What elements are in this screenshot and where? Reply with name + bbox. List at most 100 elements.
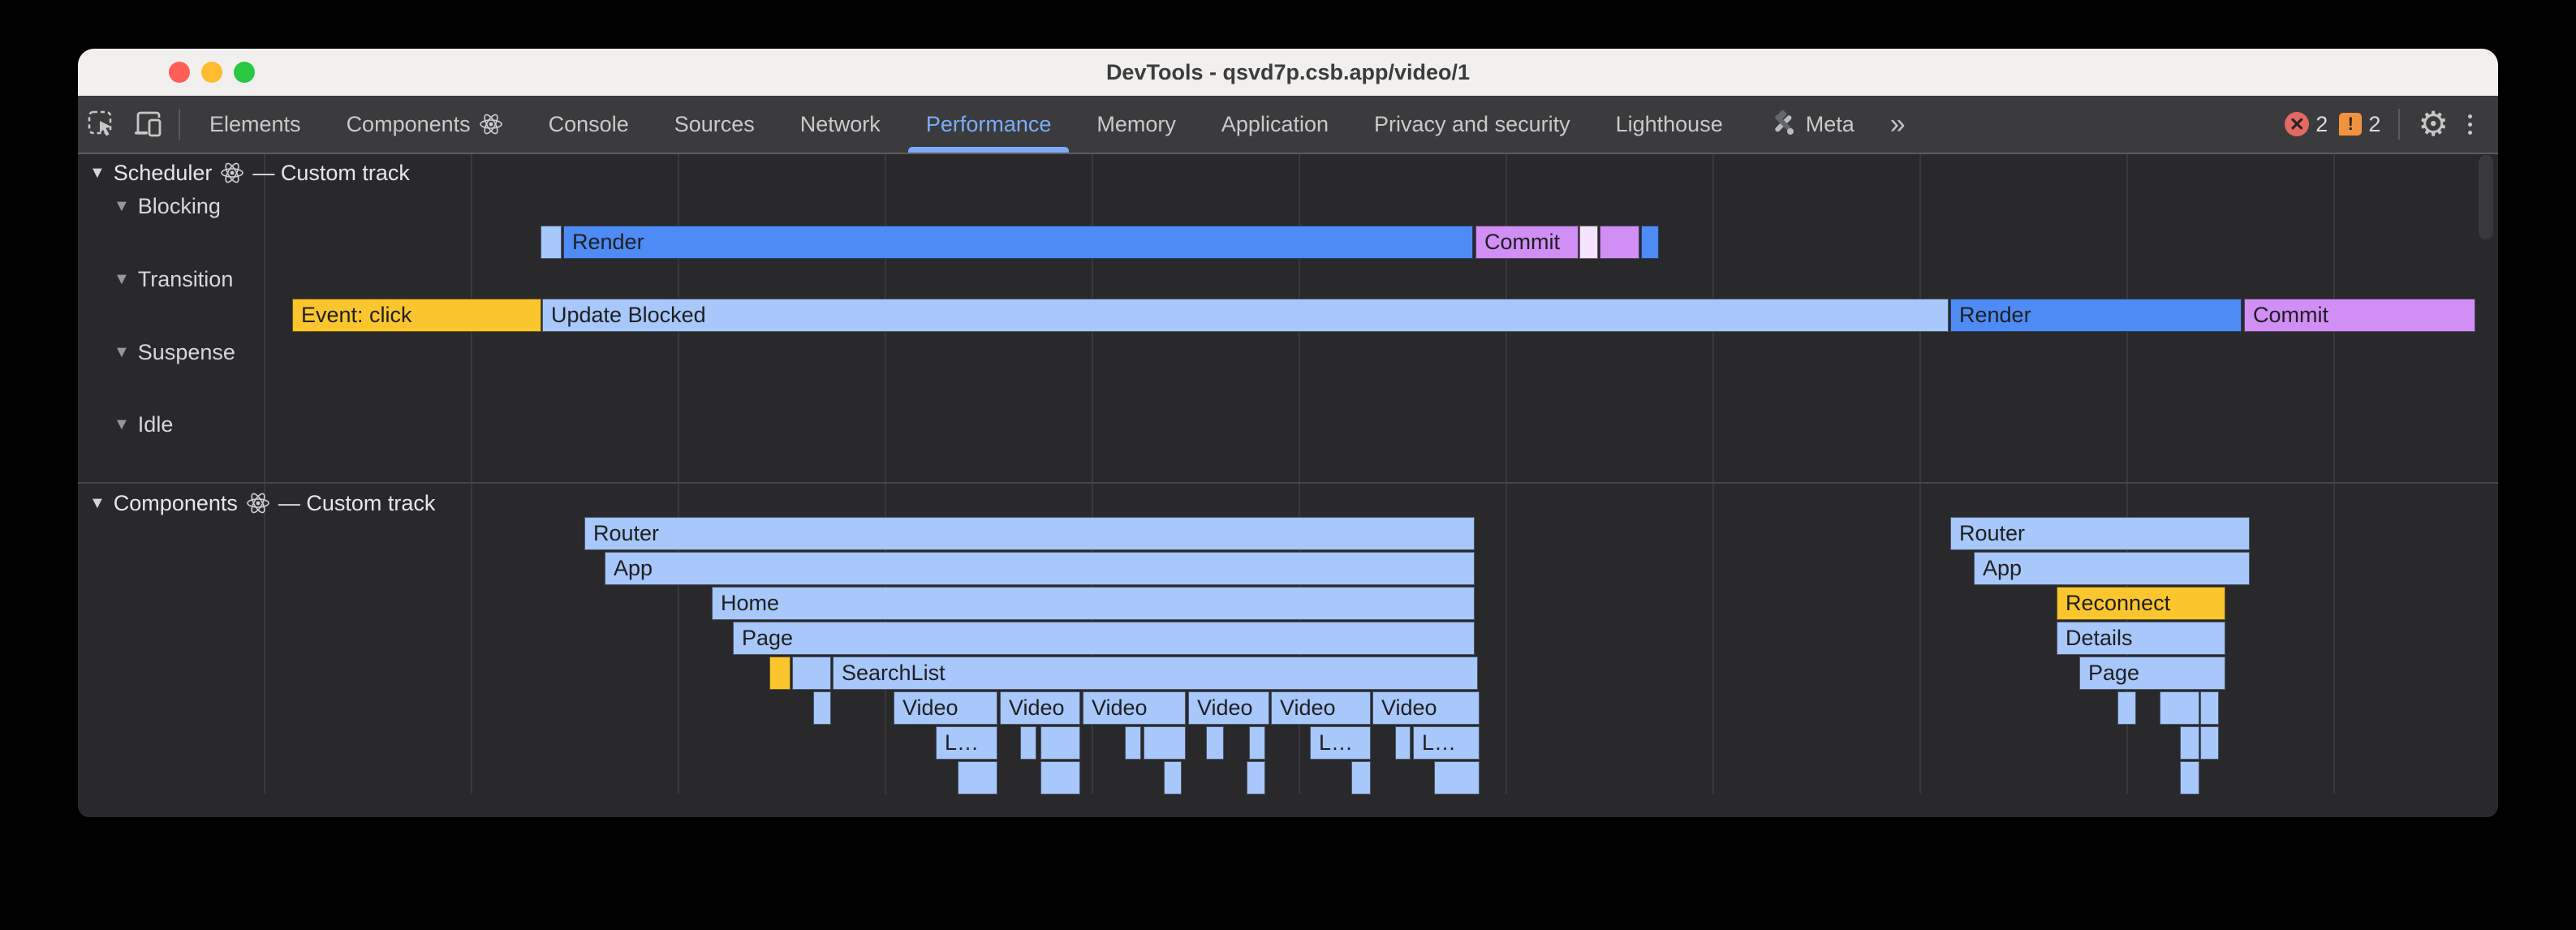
flame-bar[interactable] — [2200, 726, 2219, 760]
lane-name: Blocking — [138, 194, 221, 219]
tab-lighthouse[interactable]: Lighthouse — [1593, 96, 1746, 153]
flame-bar-l[interactable]: L… — [936, 726, 997, 760]
collapse-triangle-icon[interactable]: ▼ — [114, 415, 130, 434]
flame-bar-event-click[interactable]: Event: click — [292, 299, 541, 332]
track-header-scheduler[interactable]: ▼Scheduler — Custom track — [89, 159, 410, 187]
lane-name: Suspense — [138, 340, 235, 365]
panel-tabs: ElementsComponents Console Sources Network… — [187, 96, 1877, 153]
flame-bar[interactable] — [2200, 691, 2219, 725]
flame-bar-reconnect[interactable]: Reconnect — [2057, 587, 2225, 620]
flame-bar[interactable] — [813, 691, 831, 725]
flame-bar-searchlist[interactable]: SearchList — [833, 657, 1478, 690]
lane-label-suspense[interactable]: ▼ Suspense — [114, 339, 235, 365]
settings-gear-icon[interactable]: ⚙ — [2418, 107, 2449, 141]
flame-bar[interactable] — [1040, 726, 1080, 760]
flame-bar[interactable] — [2180, 761, 2199, 794]
flame-bar[interactable] — [1395, 726, 1411, 760]
flame-bar-router[interactable]: Router — [1950, 517, 2250, 550]
collapse-triangle-icon[interactable]: ▼ — [114, 343, 130, 362]
tab-network[interactable]: Network — [778, 96, 903, 153]
react-atom-icon — [220, 161, 244, 185]
flame-bar[interactable] — [1434, 761, 1480, 794]
tab-privacy-and-security[interactable]: Privacy and security — [1351, 96, 1593, 153]
flame-bar[interactable] — [1351, 761, 1371, 794]
collapse-triangle-icon[interactable]: ▼ — [89, 494, 106, 513]
flame-bar-l[interactable]: L… — [1413, 726, 1480, 760]
flame-bar[interactable] — [2117, 691, 2136, 725]
device-toolbar-icon[interactable] — [125, 102, 172, 146]
track-name: Scheduler — [114, 161, 213, 186]
tab-memory[interactable]: Memory — [1074, 96, 1199, 153]
flame-bar-video[interactable]: Video — [1083, 691, 1186, 725]
devtools-tabbar: ElementsComponents Console Sources Network… — [78, 96, 2498, 154]
collapse-triangle-icon[interactable]: ▼ — [89, 164, 106, 183]
flame-bar-commit[interactable]: Commit — [2244, 299, 2475, 332]
time-gridline — [1919, 154, 1921, 794]
flame-bar[interactable] — [958, 761, 997, 794]
error-icon: ✕ — [2285, 112, 2309, 136]
flame-bar[interactable] — [769, 657, 790, 690]
flame-bar-app[interactable]: App — [1974, 552, 2250, 585]
tab-label: Memory — [1096, 112, 1176, 137]
tab-performance[interactable]: Performance — [903, 96, 1075, 153]
flame-bar[interactable] — [1164, 761, 1182, 794]
flame-bar[interactable] — [1040, 761, 1080, 794]
flame-bar-video[interactable]: Video — [1000, 691, 1080, 725]
flame-bar-router[interactable]: Router — [584, 517, 1475, 550]
wrench-hammer-icon — [1768, 110, 1798, 139]
vertical-scrollbar[interactable] — [2479, 155, 2493, 239]
kebab-menu-icon[interactable] — [2460, 114, 2480, 135]
tab-meta[interactable]: Meta — [1746, 96, 1877, 153]
more-tabs-button[interactable]: » — [1877, 109, 1915, 140]
performance-flamechart-area[interactable]: ▼Scheduler — Custom track▼Blocking▼Trans… — [78, 154, 2498, 817]
lane-label-transition[interactable]: ▼Transition — [114, 266, 233, 292]
flame-bar-video[interactable]: Video — [1372, 691, 1480, 725]
lane-label-idle[interactable]: ▼ Idle — [114, 411, 173, 437]
flame-bar[interactable] — [1249, 726, 1265, 760]
flame-bar[interactable] — [1247, 761, 1265, 794]
lane-name: Idle — [138, 412, 174, 437]
react-atom-icon — [246, 491, 270, 515]
flame-bar[interactable] — [1579, 226, 1598, 259]
tab-application[interactable]: Application — [1199, 96, 1351, 153]
flame-bar[interactable] — [1600, 226, 1639, 259]
flame-bar-commit[interactable]: Commit — [1475, 226, 1579, 259]
collapse-triangle-icon[interactable]: ▼ — [114, 197, 130, 216]
flame-bar-l[interactable]: L… — [1310, 726, 1371, 760]
flame-bar-video[interactable]: Video — [1188, 691, 1269, 725]
flame-bar[interactable] — [1206, 726, 1224, 760]
flame-bar-update-blocked[interactable]: Update Blocked — [542, 299, 1949, 332]
tab-label: Privacy and security — [1374, 112, 1570, 137]
flame-bar[interactable] — [2160, 691, 2199, 725]
tab-elements[interactable]: Elements — [187, 96, 324, 153]
flame-bar[interactable] — [1125, 726, 1141, 760]
flame-bar[interactable] — [2180, 726, 2199, 760]
flame-bar-page[interactable]: Page — [2079, 657, 2225, 690]
flame-bar-app[interactable]: App — [605, 552, 1475, 585]
inspect-icon[interactable] — [78, 102, 125, 146]
tab-label: Sources — [674, 112, 755, 137]
flame-bar-page[interactable]: Page — [733, 622, 1475, 655]
flame-bar-home[interactable]: Home — [712, 587, 1475, 620]
flame-bar[interactable] — [1641, 226, 1659, 259]
collapse-triangle-icon[interactable]: ▼ — [114, 270, 130, 289]
lane-label-blocking[interactable]: ▼ Blocking — [114, 193, 221, 219]
flame-bar-details[interactable]: Details — [2057, 622, 2225, 655]
flame-bar[interactable] — [792, 657, 831, 690]
error-badge[interactable]: ✕ 2 — [2285, 112, 2328, 137]
active-tab-underline — [908, 147, 1070, 153]
flame-bar[interactable] — [541, 226, 562, 259]
flame-bar-video[interactable]: Video — [894, 691, 997, 725]
tab-components[interactable]: Components — [324, 96, 526, 153]
flame-bar-render[interactable]: Render — [1950, 299, 2242, 332]
tab-label: Lighthouse — [1616, 112, 1723, 137]
warning-badge[interactable]: ! 2 — [2339, 112, 2380, 137]
flame-bar-video[interactable]: Video — [1271, 691, 1371, 725]
tab-sources[interactable]: Sources — [652, 96, 778, 153]
flame-bar-render[interactable]: Render — [563, 226, 1473, 259]
tab-console[interactable]: Console — [526, 96, 652, 153]
flame-bar[interactable] — [1144, 726, 1186, 760]
flame-bar[interactable] — [1020, 726, 1036, 760]
track-header-components[interactable]: ▼Components — Custom track — [89, 489, 435, 517]
track-name: Components — [114, 491, 238, 516]
